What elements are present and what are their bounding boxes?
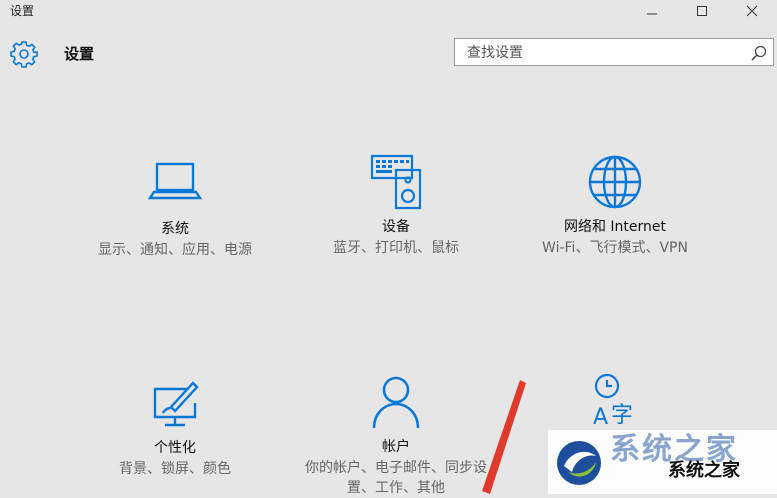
page-title: 设置 — [64, 45, 95, 63]
personalization-icon — [153, 381, 199, 427]
minimize-icon — [647, 13, 657, 15]
tile-title: 个性化 — [154, 440, 196, 456]
settings-header: 设置 — [0, 32, 777, 76]
maximize-button[interactable] — [677, 0, 727, 22]
svg-text:字: 字 — [611, 403, 633, 428]
laptop-icon — [147, 162, 203, 200]
devices-icon — [370, 154, 422, 210]
annotation-arrow — [482, 380, 526, 494]
tile-devices[interactable]: 设备 蓝牙、打印机、鼠标 — [306, 154, 486, 258]
tile-system[interactable]: 系统 显示、通知、应用、电源 — [85, 156, 265, 260]
search-input[interactable] — [455, 39, 749, 67]
tile-accounts[interactable]: 帐户 你的帐户、电子邮件、同步设置、工作、其他 — [296, 374, 496, 498]
tile-title: 系统 — [161, 221, 189, 237]
time-language-icon: A 字 — [593, 373, 633, 428]
globe-icon — [588, 155, 642, 209]
tile-title: 帐户 — [382, 439, 410, 455]
watermark-text: 系统之家 — [668, 460, 740, 481]
window-controls — [627, 0, 777, 22]
svg-text:A: A — [593, 405, 608, 428]
tile-description: 你的帐户、电子邮件、同步设置、工作、其他 — [305, 460, 487, 496]
window-title: 设置 — [10, 4, 35, 18]
close-button[interactable] — [727, 0, 777, 22]
gear-icon — [10, 41, 38, 68]
tile-description: Wi-Fi、飞行模式、VPN — [542, 240, 688, 256]
tile-time-language[interactable]: A 字 — [525, 372, 705, 436]
search-icon[interactable] — [749, 43, 769, 63]
maximize-icon — [697, 6, 707, 16]
person-icon — [372, 376, 420, 429]
tile-network[interactable]: 网络和 Internet Wi-Fi、飞行模式、VPN — [525, 154, 705, 258]
search-box — [454, 38, 774, 67]
tile-title: 网络和 Internet — [563, 219, 667, 235]
tile-description: 蓝牙、打印机、鼠标 — [333, 240, 459, 256]
tile-description: 显示、通知、应用、电源 — [98, 242, 252, 258]
watermark: 系统之家 系统之家 — [548, 430, 777, 494]
tile-personalization[interactable]: 个性化 背景、锁屏、颜色 — [85, 375, 265, 479]
close-icon — [746, 5, 758, 17]
watermark-logo-icon — [557, 441, 601, 485]
minimize-button[interactable] — [627, 0, 677, 22]
title-bar: 设置 — [0, 0, 777, 22]
tile-description: 背景、锁屏、颜色 — [119, 461, 231, 477]
tile-title: 设备 — [382, 219, 410, 235]
